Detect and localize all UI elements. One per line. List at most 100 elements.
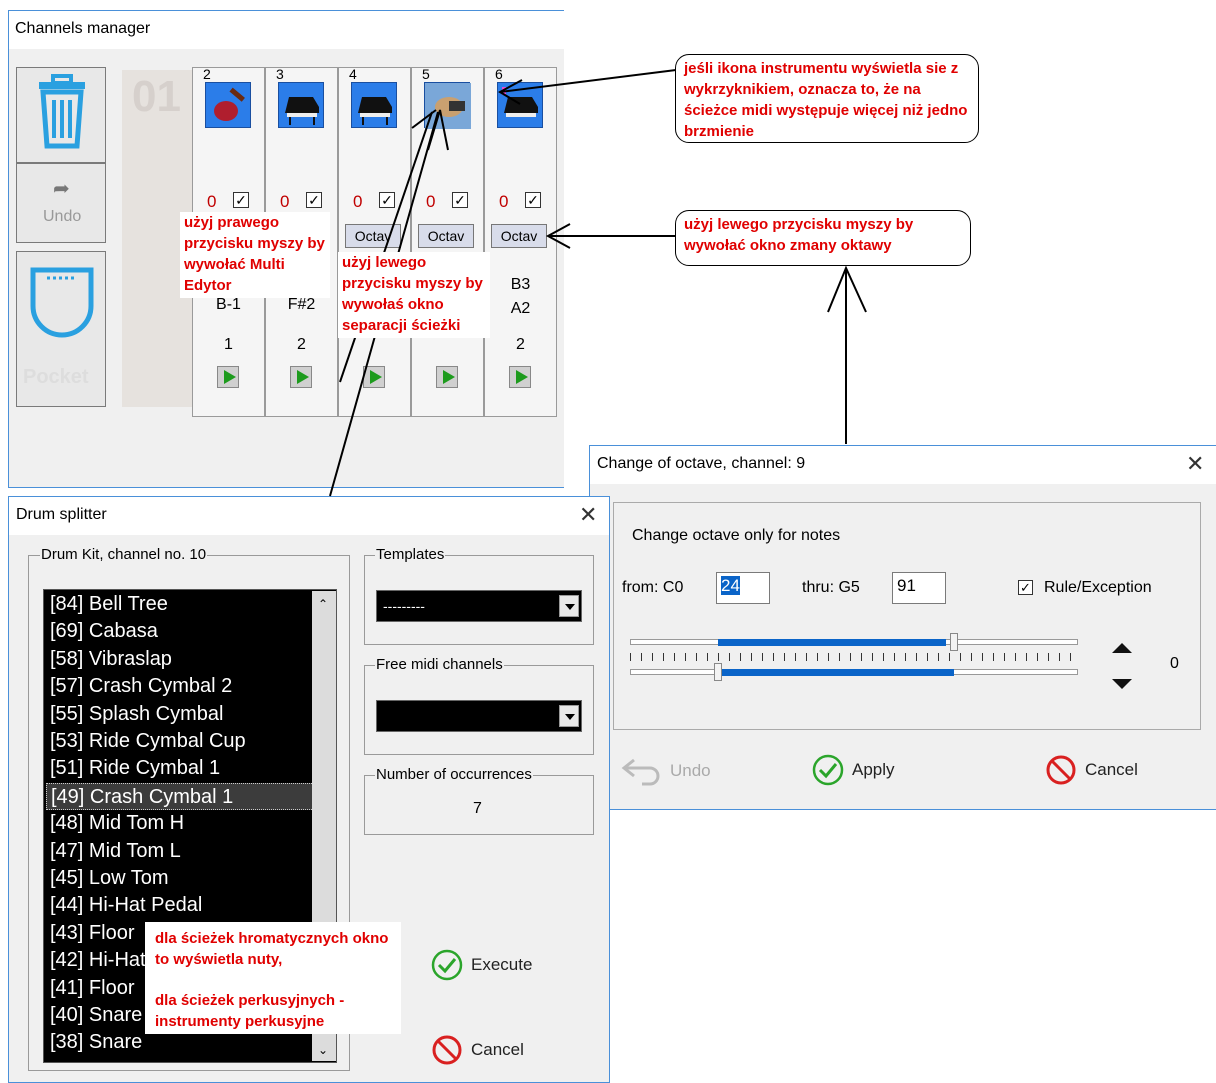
channel-column[interactable]: 4 0 ✓ Octav [338,66,411,417]
octave-button[interactable]: Octav [345,224,401,248]
octave-group: Change octave only for notes from: C0 24… [613,502,1201,730]
octave-dialog-title: Change of octave, channel: 9 [590,446,1216,484]
list-item[interactable]: [44] Hi-Hat Pedal [50,892,202,919]
list-item[interactable]: [42] Hi-Hat [50,947,146,974]
undo-label: Undo [43,208,82,225]
octave-button[interactable]: Octav [491,224,547,248]
piano-warning-icon[interactable] [497,82,543,128]
channel-number: 5 [422,66,430,82]
list-item[interactable]: [38] Snare [50,1029,142,1056]
chevron-down-icon[interactable] [559,595,579,617]
thru-input[interactable]: 91 [892,572,946,604]
splitter-cancel-button[interactable]: Cancel [431,1034,524,1066]
channel-note: B3 [510,276,531,293]
play-button[interactable] [290,366,312,388]
play-button[interactable] [363,366,385,388]
list-item[interactable]: [58] Vibraslap [50,646,172,673]
drum-kit-icon[interactable] [424,82,471,129]
execute-button[interactable]: Execute [431,949,532,981]
octave-button[interactable]: Octav [418,224,474,248]
list-item[interactable]: [57] Crash Cymbal 2 [50,673,232,700]
cancel-icon [432,1035,462,1065]
channel-column[interactable]: 6 0 ✓ Octav B3 A2 2 [484,66,557,417]
free-midi-group: Free midi channels [364,656,594,755]
channel-number: 3 [276,66,284,82]
channel-note: B-1 [216,296,241,313]
apply-button[interactable]: Apply [812,754,895,786]
channel-checkbox[interactable]: ✓ [525,192,541,208]
from-input[interactable]: 24 [716,572,770,604]
lower-slider-thumb[interactable] [714,663,722,681]
octave-dialog-window: Change of octave, channel: 9 ✕ Change oc… [589,445,1216,810]
drum-splitter-title: Drum splitter [9,497,609,535]
free-midi-select[interactable] [376,700,582,732]
lower-range-slider[interactable] [630,663,1078,681]
scroll-up-icon[interactable]: ⌃ [318,597,328,611]
channel-checkbox[interactable]: ✓ [452,192,468,208]
list-item[interactable]: [84] Bell Tree [50,591,168,618]
list-item[interactable]: [53] Ride Cymbal Cup [50,728,246,755]
chromatic-note: dla ścieżek hromatycznych okno to wyświe… [145,922,401,1034]
execute-label: Execute [471,955,533,974]
channels-manager-title: Channels manager [9,11,564,49]
list-item[interactable]: [47] Mid Tom L [50,838,181,865]
channel-checkbox[interactable]: ✓ [306,192,322,208]
scroll-down-icon[interactable]: ⌄ [318,1043,328,1057]
upper-slider-thumb[interactable] [950,633,958,651]
spin-up-icon[interactable] [1112,643,1132,653]
chromatic-note-text: dla ścieżek hromatycznych okno to wyświe… [155,930,389,968]
rule-checkbox[interactable]: ✓ [1018,580,1033,595]
octave-cancel-button[interactable]: Cancel [1045,754,1138,786]
split-click-note: użyj lewego przycisku myszy by wywołaś o… [338,252,490,338]
icon-warning-note: jeśli ikona instrumentu wyświetla sie z … [675,54,979,143]
piano-icon[interactable] [278,82,324,128]
occurrences-group: Number of occurrences 7 [364,766,594,835]
undo-button[interactable]: ➦ Undo [16,163,106,243]
channel-checkbox[interactable]: ✓ [379,192,395,208]
chevron-down-icon[interactable] [559,705,579,727]
from-label: from: C0 [622,579,684,596]
list-item[interactable]: [55] Splash Cymbal [50,701,223,728]
list-item[interactable]: [45] Low Tom [50,865,169,892]
list-item[interactable]: [69] Cabasa [50,618,158,645]
undo-icon [621,758,660,786]
list-item[interactable]: [43] Floor [50,920,134,947]
channel-red-value: 0 [499,192,509,211]
big-channel-number: 01 [132,72,181,121]
list-item[interactable]: [48] Mid Tom H [50,810,184,837]
occurrences-value: 7 [473,800,482,817]
slider-ticks [630,653,1078,661]
channel-column[interactable]: 5 0 ✓ Octav [411,66,484,417]
list-item[interactable]: [51] Ride Cymbal 1 [50,755,220,782]
apply-label: Apply [852,760,895,779]
channel-checkbox[interactable]: ✓ [233,192,249,208]
list-item[interactable]: [49] Crash Cymbal 1 [46,782,334,810]
list-item[interactable]: [41] Floor [50,975,134,1002]
cancel-icon [1046,755,1076,785]
octave-undo-button[interactable]: Undo [620,756,711,786]
piano-icon[interactable] [351,82,397,128]
drum-kit-group-label: Drum Kit, channel no. 10 [40,546,208,563]
templates-group: Templates --------- [364,546,594,645]
pocket-button[interactable]: Pocket [16,251,106,407]
list-item[interactable]: [40] Snare [50,1002,142,1029]
trash-icon [39,74,85,149]
templates-label: Templates [375,546,446,563]
upper-range-slider[interactable] [630,633,1078,651]
channel-count: 2 [297,336,306,353]
play-button[interactable] [217,366,239,388]
channel-red-value: 0 [426,192,436,211]
percussion-note-text: dla ścieżek perkusyjnych - instrumenty p… [155,992,345,1030]
delete-button[interactable] [16,67,106,163]
play-button[interactable] [436,366,458,388]
channel-red-value: 0 [207,192,217,211]
templates-select[interactable]: --------- [376,590,582,622]
close-icon[interactable]: ✕ [1186,453,1204,475]
octave-subtitle: Change octave only for notes [632,527,841,544]
close-icon[interactable]: ✕ [579,504,597,526]
undo-arrow-icon: ➦ [53,178,70,200]
spin-down-icon[interactable] [1112,679,1132,689]
guitar-icon[interactable] [205,82,251,128]
play-button[interactable] [509,366,531,388]
channel-count: 1 [224,336,233,353]
